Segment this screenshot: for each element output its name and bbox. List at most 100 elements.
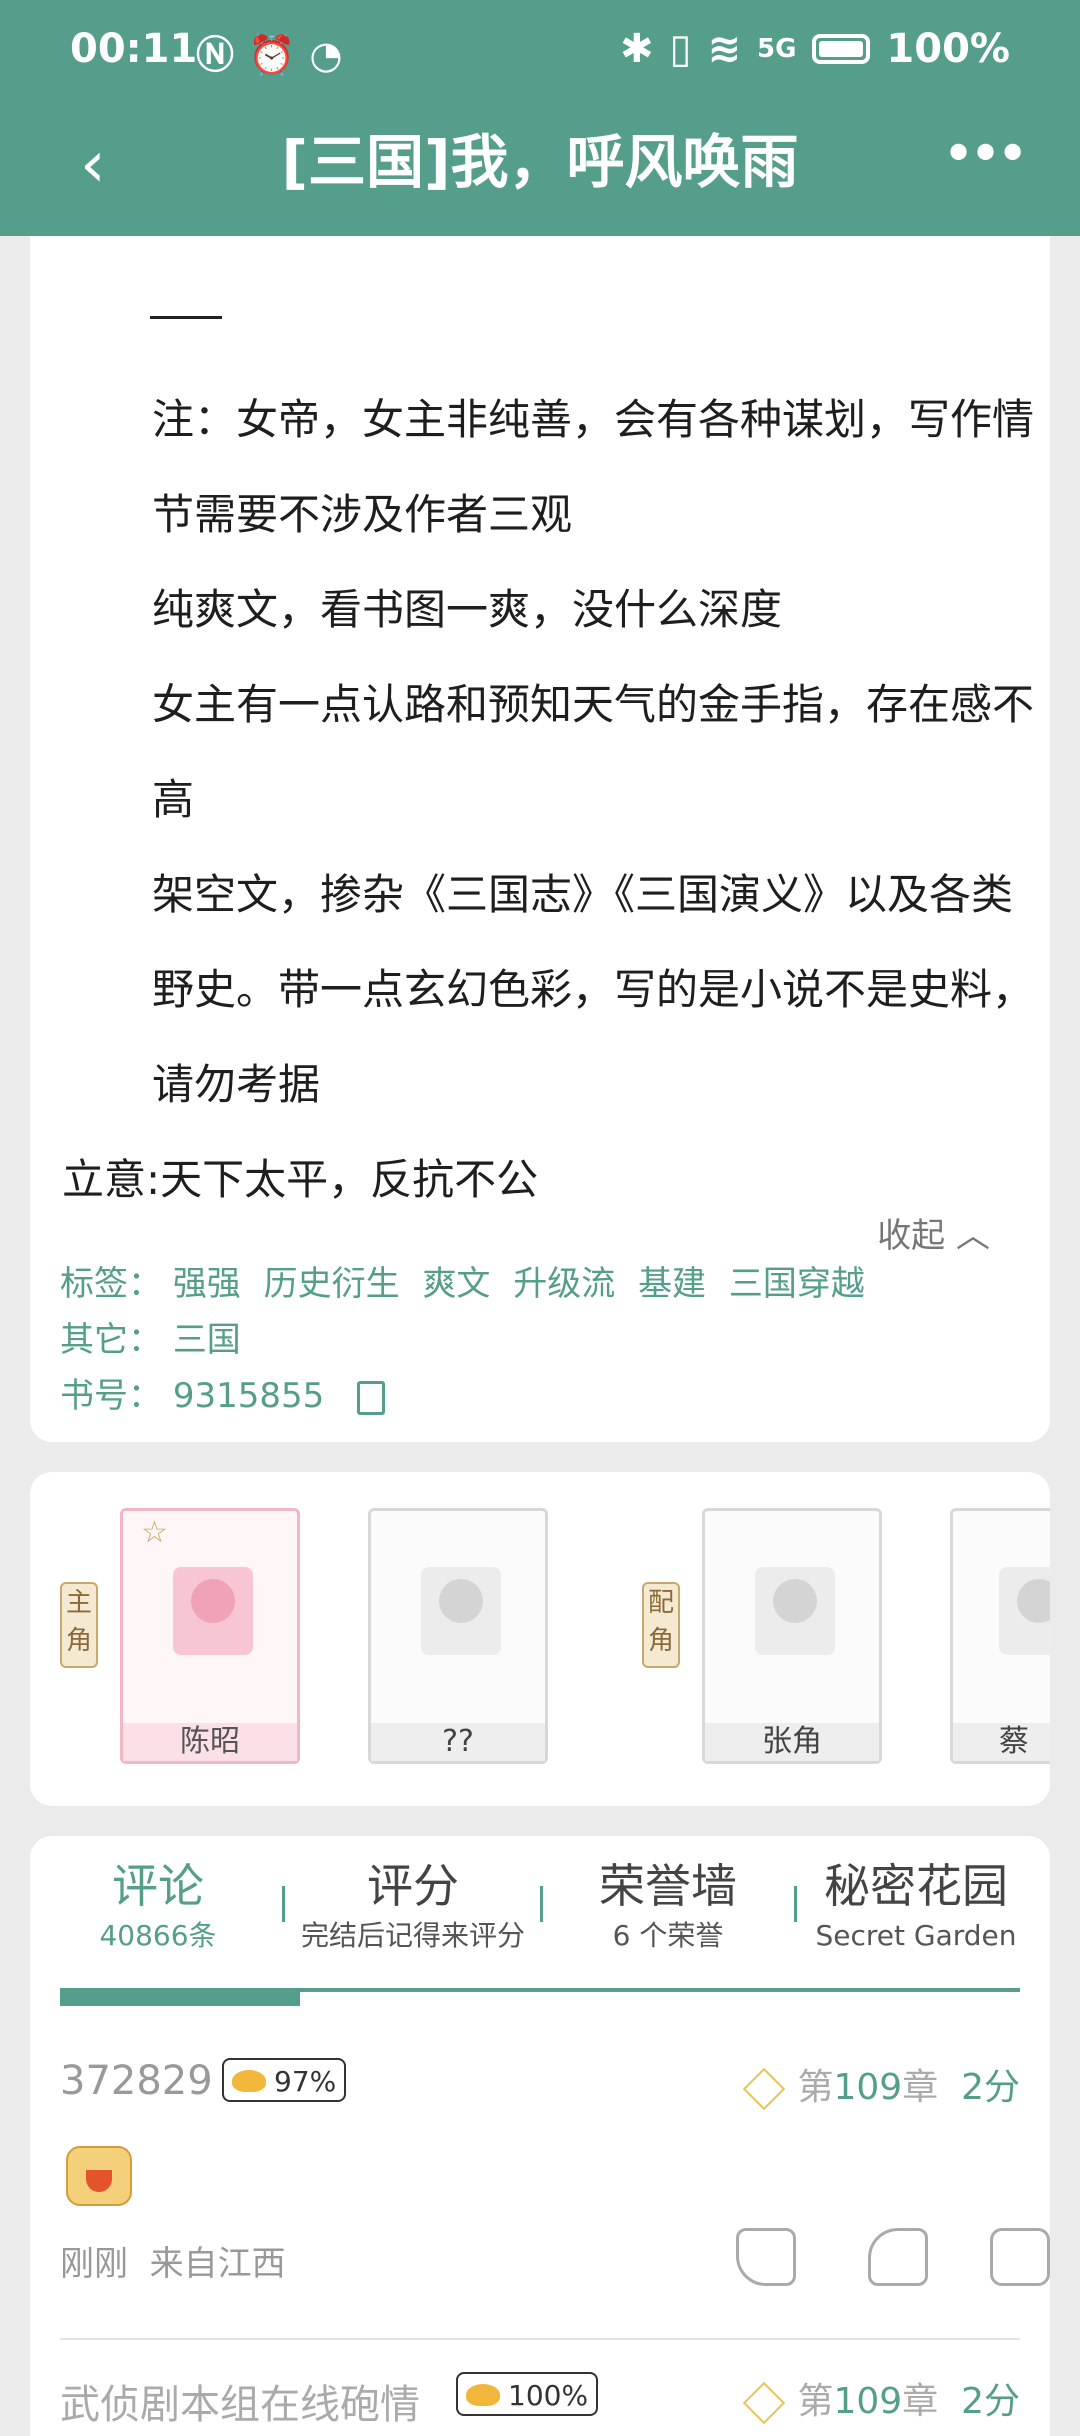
tag-item[interactable]: 强强: [173, 1264, 241, 1304]
characters-card: 主角 ☆ 陈昭 ?? 配角 张角 蔡: [30, 1472, 1050, 1806]
book-number-label: 书号：: [60, 1376, 162, 1416]
tab-sub: Secret Garden: [815, 1919, 1017, 1952]
thumbs-up-icon[interactable]: [736, 2228, 796, 2286]
tab-label: 评分: [367, 1859, 459, 1913]
comment-item: 武侦剧本组在线砲情 100% 第109章 2分: [60, 2372, 1020, 2432]
comment-chapter: 第109章 2分: [743, 2372, 1020, 2425]
tag-item[interactable]: 升级流: [513, 1264, 615, 1304]
emoji-sticker-icon: [66, 2146, 132, 2206]
more-options-icon[interactable]: •••: [942, 127, 1029, 190]
book-number-value: 9315855: [172, 1376, 325, 1416]
comment-time: 刚刚: [60, 2244, 128, 2284]
tab-indicator: [60, 1988, 300, 2006]
main-role-tag: 主角: [60, 1582, 98, 1668]
chapter-suffix: 章: [902, 2067, 939, 2108]
intro-paragraph: 纯爽文，看书图一爽，没什么深度: [152, 585, 783, 634]
copy-icon[interactable]: [357, 1380, 386, 1415]
chapter-prefix: 第: [797, 2381, 834, 2422]
chapter-prefix: 第: [797, 2067, 834, 2108]
collapse-button[interactable]: 收起 ︿: [877, 1208, 990, 1257]
character-card[interactable]: ☆ 陈昭: [120, 1508, 300, 1764]
character-card[interactable]: ??: [368, 1508, 548, 1764]
chapter-number: 109: [833, 2067, 903, 2108]
battery-percent: 100%: [886, 26, 1010, 72]
title-bar: ‹ [三国]我，呼风唤雨 •••: [0, 100, 1080, 236]
character-name: 蔡: [953, 1723, 1050, 1761]
status-time: 00:11: [70, 26, 198, 72]
character-name: 陈昭: [123, 1723, 297, 1761]
comment-location: 来自江西: [149, 2244, 286, 2284]
tab-label: 秘密花园: [824, 1859, 1008, 1913]
intro-paragraph: 架空文，掺杂《三国志》《三国演义》以及各类野史。带一点玄幻色彩，写的是小说不是史…: [152, 870, 1035, 1109]
character-name: 张角: [705, 1723, 879, 1761]
5g-signal-icon: 5G: [756, 34, 797, 64]
tab-rating[interactable]: 评分 完结后记得来评分: [288, 1856, 538, 1956]
star-icon: ☆: [141, 1515, 168, 1550]
other-value[interactable]: 三国: [173, 1320, 241, 1360]
vibrate-icon: ▯: [669, 26, 692, 72]
tab-separator: [794, 1886, 797, 1922]
diamond-icon: [743, 2381, 786, 2425]
section-dash: [150, 316, 222, 319]
collapse-label: 收起: [877, 1216, 946, 1256]
thumbs-down-icon[interactable]: [868, 2228, 928, 2286]
avatar: [173, 1567, 253, 1655]
comment-meta: 刚刚 来自江西: [60, 2236, 286, 2285]
nfc-icon: Ⓝ: [196, 33, 249, 77]
app-header: 00:11 Ⓝ⏰◔ ✱ ▯ ≋ 5G 100% ‹ [三国]我，呼风唤雨 •••: [0, 0, 1080, 236]
alarm-icon: ⏰: [248, 33, 310, 77]
intro-paragraph: 注：女帝，女主非纯善，会有各种谋划，写作情节需要不涉及作者三观: [152, 395, 1035, 539]
intro-text: 注：女帝，女主非纯善，会有各种谋划，写作情节需要不涉及作者三观 纯爽文，看书图一…: [62, 372, 1050, 1227]
back-icon[interactable]: ‹: [80, 130, 140, 200]
tag-item[interactable]: 历史衍生: [264, 1264, 400, 1304]
loyalty-badge: 97%: [222, 2058, 347, 2102]
bluetooth-icon: ✱: [619, 26, 654, 72]
tags-row: 标签： 强强 历史衍生 爽文 升级流 基建 三国穿越: [60, 1256, 877, 1312]
comment-divider: [60, 2338, 1020, 2340]
chapter-suffix: 章: [902, 2381, 939, 2422]
comment-score: 2分: [961, 2381, 1020, 2422]
tag-item[interactable]: 爽文: [422, 1264, 490, 1304]
page-title: [三国]我，呼风唤雨: [281, 128, 799, 196]
battery-icon: [812, 34, 871, 64]
avatar: [999, 1567, 1050, 1655]
avatar: [755, 1567, 835, 1655]
wifi-question-icon: ◔: [309, 33, 357, 77]
tab-sub: 完结后记得来评分: [300, 1919, 525, 1952]
support-role-tag: 配角: [642, 1582, 680, 1668]
tags-label: 标签：: [60, 1264, 162, 1304]
status-left-icons: Ⓝ⏰◔: [196, 24, 357, 79]
tag-item[interactable]: 基建: [638, 1264, 706, 1304]
tab-secret-garden[interactable]: 秘密花园 Secret Garden: [808, 1856, 1024, 1956]
loyalty-badge: 100%: [456, 2372, 599, 2416]
comment-reply-icon[interactable]: [990, 2228, 1050, 2286]
tab-sub: 40866条: [99, 1919, 217, 1952]
character-card[interactable]: 蔡: [950, 1508, 1050, 1764]
tab-separator: [540, 1886, 543, 1922]
comment-user[interactable]: 372829: [60, 2058, 213, 2104]
avatar: [421, 1567, 501, 1655]
wifi-icon: ≋: [707, 26, 741, 72]
character-name: ??: [371, 1723, 545, 1761]
comment-user[interactable]: 武侦剧本组在线砲情: [60, 2372, 420, 2430]
intro-card: 注：女帝，女主非纯善，会有各种谋划，写作情节需要不涉及作者三观 纯爽文，看书图一…: [30, 236, 1050, 1442]
tags-section: 标签： 强强 历史衍生 爽文 升级流 基建 三国穿越 其它： 三国 书号： 93…: [60, 1256, 877, 1424]
other-row: 其它： 三国: [60, 1312, 877, 1368]
comment-item: 372829 97% 第109章 2分 刚刚 来自江西: [60, 2058, 1050, 2308]
comment-chapter: 第109章 2分: [743, 2058, 1020, 2111]
tab-honor-wall[interactable]: 荣誉墙 6 个荣誉: [558, 1856, 778, 1956]
tab-label: 荣誉墙: [599, 1859, 737, 1913]
tab-separator: [282, 1886, 285, 1922]
tag-item[interactable]: 三国穿越: [729, 1264, 865, 1304]
tab-sub: 6 个荣誉: [612, 1919, 724, 1952]
status-bar: 00:11 Ⓝ⏰◔ ✱ ▯ ≋ 5G 100%: [0, 0, 1080, 100]
diamond-icon: [743, 2067, 786, 2111]
tab-comments[interactable]: 评论 40866条: [68, 1856, 248, 1956]
character-card[interactable]: 张角: [702, 1508, 882, 1764]
book-number-row: 书号： 9315855: [60, 1368, 877, 1424]
chapter-number: 109: [833, 2381, 903, 2422]
tab-label: 评论: [112, 1859, 204, 1913]
comment-score: 2分: [961, 2067, 1020, 2108]
status-right: ✱ ▯ ≋ 5G 100%: [620, 26, 1010, 72]
chevron-up-icon: ︿: [945, 1216, 990, 1256]
